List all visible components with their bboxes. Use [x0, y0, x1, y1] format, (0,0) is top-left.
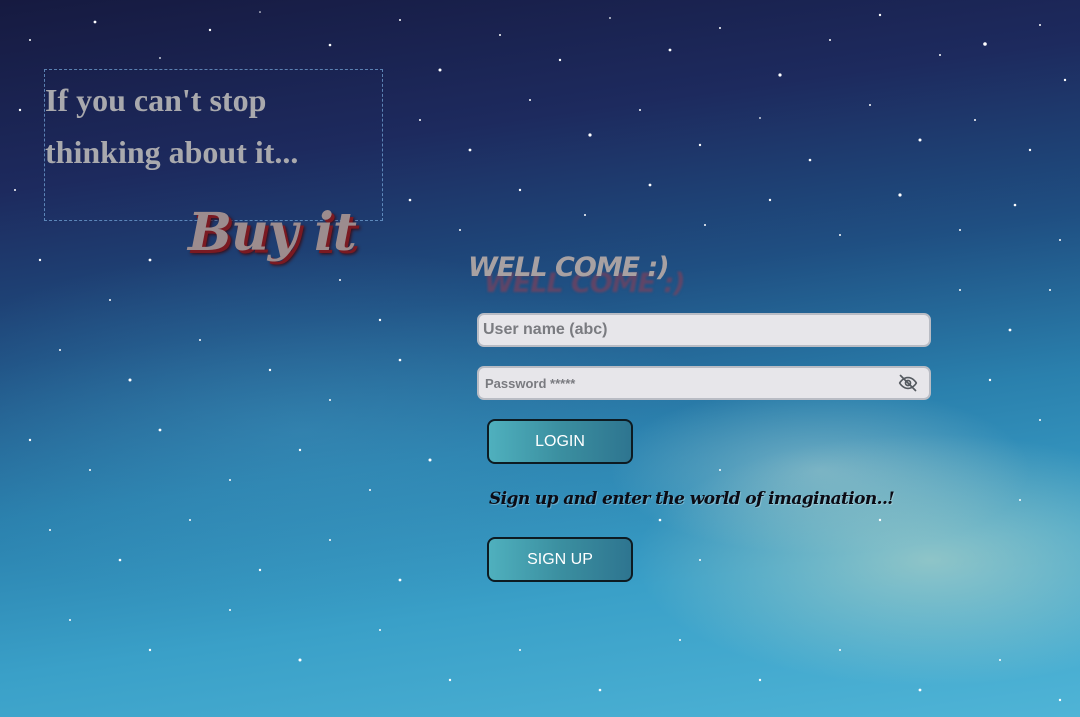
hero-slogan: Buy it: [188, 202, 357, 263]
welcome-heading: WELL COME :): [468, 252, 670, 283]
signup-prompt: Sign up and enter the world of imaginati…: [489, 489, 895, 509]
signup-button[interactable]: SIGN UP: [487, 537, 633, 582]
username-input[interactable]: [479, 315, 929, 345]
hero-quote: If you can't stop thinking about it...: [45, 74, 298, 178]
eye-off-icon[interactable]: [897, 373, 919, 393]
quote-box: If you can't stop thinking about it...: [44, 69, 383, 221]
password-input[interactable]: [479, 368, 929, 398]
hero-quote-line-2: thinking about it...: [45, 134, 299, 170]
hero-quote-line-1: If you can't stop: [45, 82, 267, 118]
username-field-wrapper: [477, 313, 931, 347]
login-button[interactable]: LOGIN: [487, 419, 633, 464]
password-field-wrapper: [477, 366, 931, 400]
